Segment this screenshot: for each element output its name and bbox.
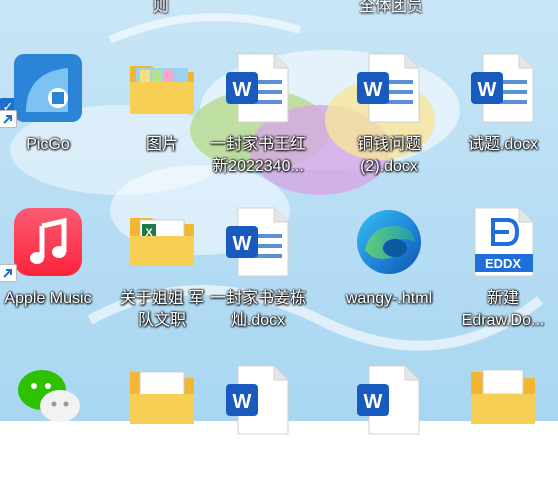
desktop-icon-word-doc-6[interactable]: W <box>332 362 446 480</box>
desktop-icon-apple-music[interactable]: Apple Music <box>0 204 105 322</box>
svg-text:W: W <box>233 233 252 255</box>
apple-music-icon <box>14 208 82 276</box>
word-doc-icon: W <box>226 53 289 123</box>
icon-label: 试题.docx <box>467 136 539 153</box>
folder-icon <box>130 371 194 424</box>
desktop-icon-folder-4[interactable] <box>446 362 558 480</box>
wechat-icon <box>18 370 80 422</box>
svg-text:W: W <box>233 79 252 101</box>
partial-label-top-1: 则 <box>152 0 169 15</box>
word-doc-icon: W <box>226 365 289 435</box>
picgo-icon <box>14 54 82 122</box>
desktop-icon-wechat[interactable] <box>0 356 105 474</box>
desktop-icon-word-doc-4[interactable]: W 一封家书姜栋 灿.docx <box>201 204 315 329</box>
shortcut-arrow-icon <box>0 110 17 128</box>
word-doc-icon: W <box>357 365 420 435</box>
file-type-badge: EDDX <box>484 256 522 271</box>
svg-text:W: W <box>364 391 383 413</box>
edge-icon <box>357 210 421 274</box>
shortcut-arrow-icon <box>0 264 17 282</box>
folder-icon: X <box>130 218 194 266</box>
word-doc-icon: W <box>471 53 534 123</box>
folder-icon <box>130 66 194 114</box>
icon-label: 一封家书王红 新2022340... <box>209 136 306 175</box>
word-doc-icon: W <box>226 207 289 277</box>
folder-icon <box>471 369 535 424</box>
svg-text:W: W <box>364 79 383 101</box>
icon-label: PicGo <box>26 136 70 153</box>
svg-text:W: W <box>478 79 497 101</box>
icon-label: 铜钱问题 (2).docx <box>356 136 421 175</box>
svg-text:W: W <box>233 391 252 413</box>
desktop-icon-word-doc-2[interactable]: W 铜钱问题 (2).docx <box>332 50 446 175</box>
icon-label: Apple Music <box>4 290 92 307</box>
word-doc-icon: W <box>357 53 420 123</box>
icon-label: 新建 Edraw.Do... <box>461 290 545 329</box>
desktop-icon-word-doc-5[interactable]: W <box>201 362 315 480</box>
icon-label: 一封家书姜栋 灿.docx <box>209 290 306 329</box>
desktop-icon-word-doc-1[interactable]: W 一封家书王红 新2022340... <box>201 50 315 175</box>
partial-label-top-2: 全体团员 <box>358 0 423 15</box>
desktop-icon-word-doc-3[interactable]: W 试题.docx <box>446 50 558 168</box>
desktop-icon-edraw-file[interactable]: EDDX 新建 Edraw.Do... <box>446 204 558 329</box>
icon-label: wangy-.html <box>345 290 433 307</box>
desktop-icon-edge-html[interactable]: wangy-.html <box>332 204 446 322</box>
desktop-icon-picgo[interactable]: ✓ PicGo <box>0 50 105 168</box>
